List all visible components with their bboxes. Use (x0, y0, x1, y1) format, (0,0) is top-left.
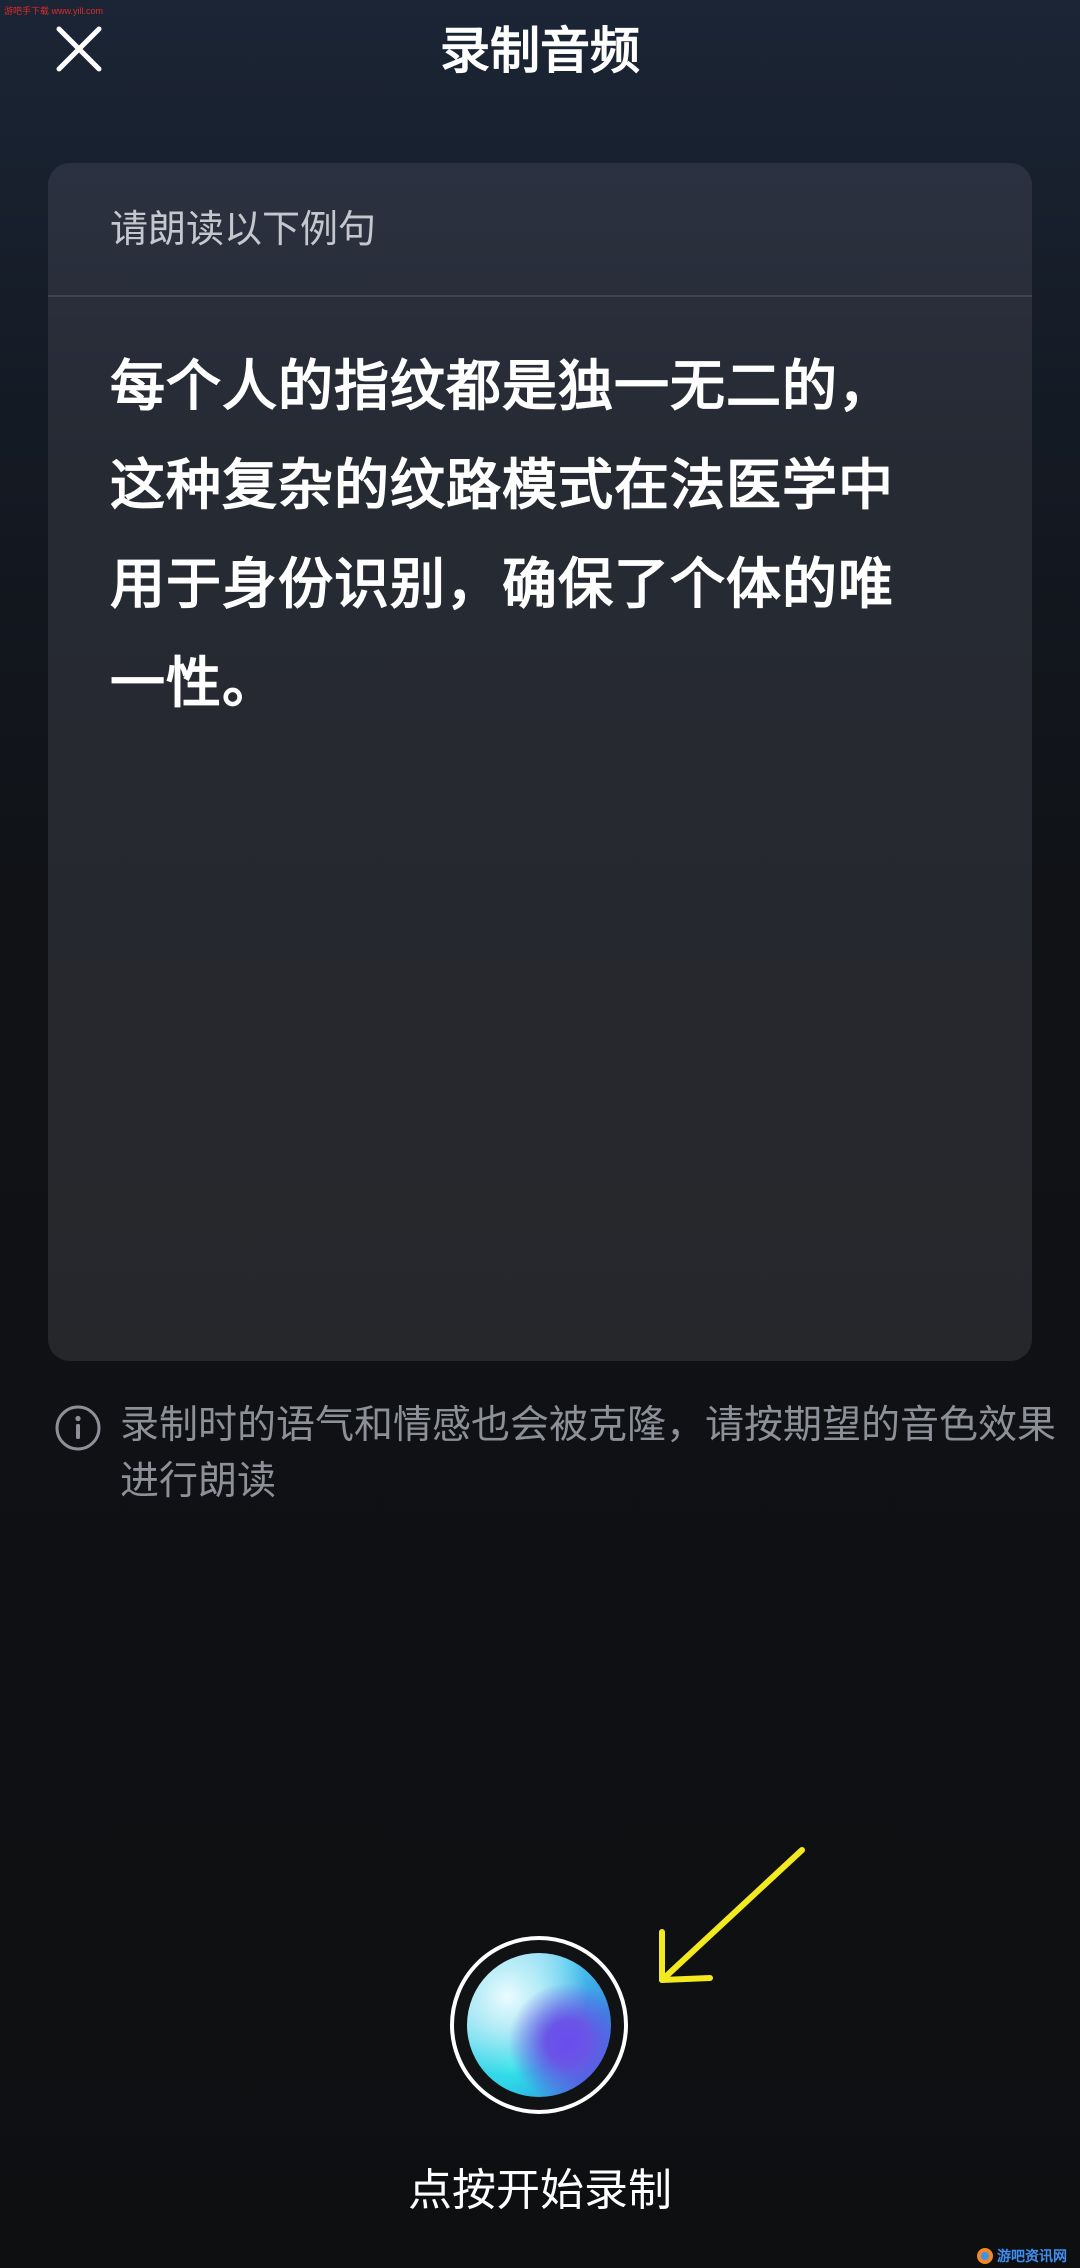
sentence-line: 用于身份识别，确保了个体的唯 (110, 552, 895, 616)
card-label: 请朗读以下例句 (110, 207, 377, 251)
example-sentence: 每个人的指纹都是独一无二的， 这种复杂的纹路模式在法医学中 用于身份识别，确保了… (110, 337, 990, 733)
record-button[interactable] (450, 1936, 628, 2114)
arrow-icon (659, 1847, 805, 1983)
info-icon (55, 1405, 101, 1451)
card-header: 请朗读以下例句 (48, 163, 1032, 297)
watermark-logo-icon (977, 2248, 993, 2264)
record-orb-icon (467, 1953, 611, 2097)
sentence-line: 每个人的指纹都是独一无二的， (110, 354, 895, 418)
watermark-bottom: 游吧资讯网 (976, 2246, 1067, 2266)
watermark-bottom-text: 游吧资讯网 (997, 2249, 1067, 2265)
sentence-card: 请朗读以下例句 每个人的指纹都是独一无二的， 这种复杂的纹路模式在法医学中 用于… (48, 163, 1032, 1361)
sentence-line: 一性。 (110, 651, 279, 715)
page-title: 录制音频 (440, 22, 640, 80)
record-label: 点按开始录制 (408, 2165, 672, 2216)
sentence-line: 这种复杂的纹路模式在法医学中 (110, 453, 895, 517)
tip-text: 录制时的语气和情感也会被克隆，请按期望的音色效果进行朗读 (120, 1403, 1057, 1504)
